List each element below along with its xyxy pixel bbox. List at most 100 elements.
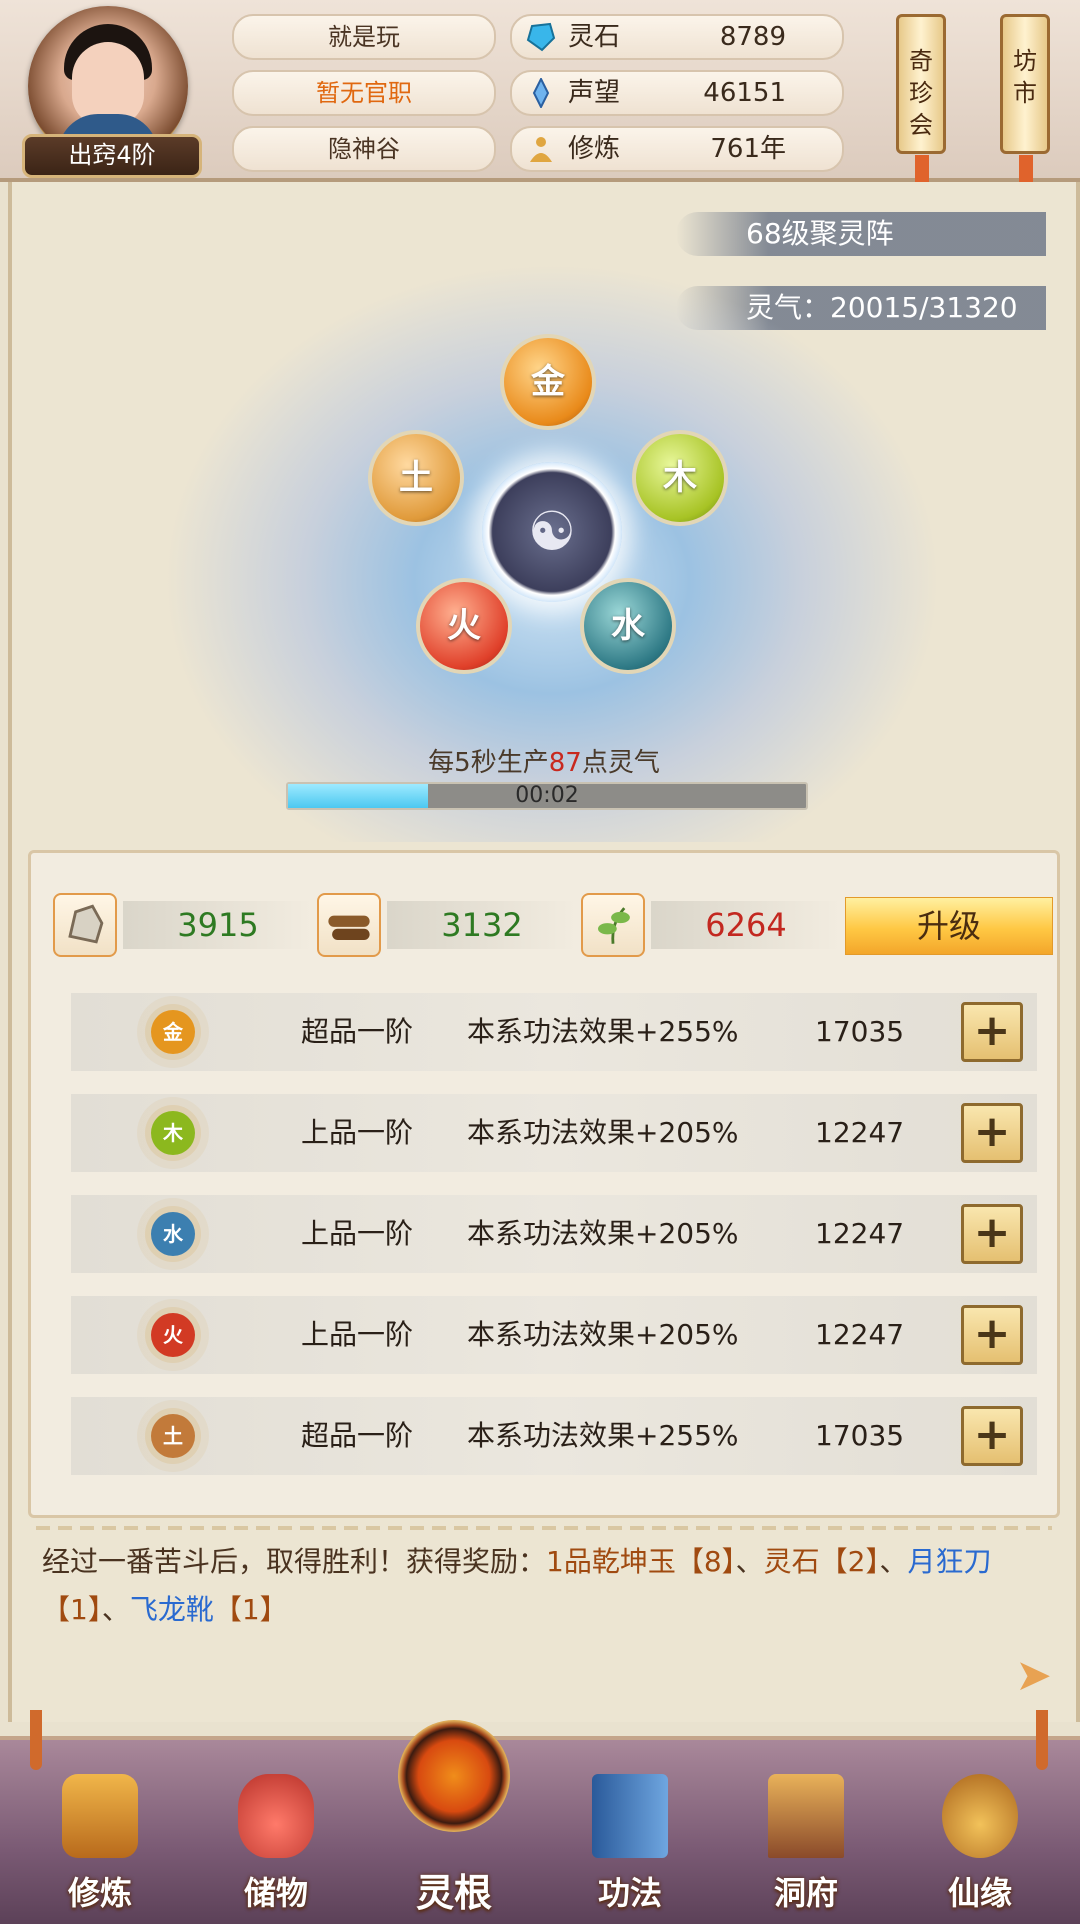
wood-icon	[317, 893, 381, 957]
spirit-stone-value: 8789	[719, 22, 786, 52]
root-effect: 本系功法效果+205%	[467, 1116, 739, 1149]
nav-technique[interactable]: 功法	[560, 1740, 700, 1924]
add-earth-button[interactable]: +	[961, 1406, 1023, 1466]
spirit-stone-icon	[526, 22, 556, 52]
spirit-stone-counter: 灵石 8789	[510, 14, 844, 60]
cultivation-icon	[530, 137, 552, 162]
qizhenhui-button[interactable]: 奇珍会	[896, 14, 946, 195]
ore-value: 3915	[123, 901, 313, 949]
root-effect: 本系功法效果+205%	[467, 1217, 739, 1250]
cave-residence-icon	[768, 1774, 844, 1858]
next-arrow-icon[interactable]: ➤	[1015, 1650, 1052, 1701]
earth-orb[interactable]: 土	[368, 430, 464, 526]
yinyang-icon: ☯	[482, 462, 622, 602]
fangshi-label: 坊市	[1013, 47, 1037, 107]
player-name: 就是玩	[232, 14, 496, 60]
root-effect: 本系功法效果+205%	[467, 1318, 739, 1351]
reward-qiankun-jade: 1品乾坤玉【8】	[546, 1545, 736, 1578]
root-effect: 本系功法效果+255%	[467, 1419, 739, 1452]
wood-orb[interactable]: 木	[632, 430, 728, 526]
nav-cultivate[interactable]: 修炼	[30, 1740, 170, 1924]
nav-label: 仙缘	[947, 1874, 1012, 1912]
top-status-bar: 出窍4阶 就是玩 暂无官职 隐神谷 灵石 8789 声望 46151 修炼 76…	[0, 0, 1080, 195]
root-row-fire: 火 上品一阶 本系功法效果+205% 12247 +	[71, 1296, 1037, 1374]
technique-book-icon	[592, 1774, 668, 1858]
root-row-earth: 土 超品一阶 本系功法效果+255% 17035 +	[71, 1397, 1037, 1475]
battle-log: 经过一番苦斗后，取得胜利！获得奖励：1品乾坤玉【8】、灵石【2】、月狂刀【1】、…	[42, 1538, 1052, 1634]
water-element-icon: 水	[151, 1212, 195, 1256]
nav-label: 修炼	[67, 1874, 132, 1912]
cultivation-value: 761年	[710, 134, 786, 164]
reputation-icon	[532, 78, 550, 108]
spirit-stone-label: 灵石	[568, 22, 621, 52]
reputation-label: 声望	[568, 78, 621, 108]
log-separator: 、	[879, 1545, 908, 1578]
bottom-navigation: 修炼 储物 灵根 功法 洞府 仙缘	[0, 1710, 1080, 1924]
reward-count: 【1】	[42, 1593, 102, 1626]
root-grade: 上品一阶	[301, 1217, 414, 1250]
add-water-button[interactable]: +	[961, 1204, 1023, 1264]
log-separator: 、	[735, 1545, 764, 1578]
production-rate: 每5秒生产87点灵气	[12, 742, 1076, 779]
cultivation-label: 修炼	[568, 134, 621, 164]
root-grade: 超品一阶	[301, 1419, 414, 1452]
rank-badge: 出窍4阶	[22, 134, 202, 178]
ore-icon	[53, 893, 117, 957]
reward-count: 【1】	[213, 1593, 288, 1626]
nav-cave[interactable]: 洞府	[736, 1740, 876, 1924]
production-progress-bar: 00:02	[286, 782, 808, 810]
spirit-root-panel: 68级聚灵阵 灵气：20015/31320 ☯ 金 木 水 火 土 每5秒生产8…	[8, 182, 1080, 1722]
root-value: 12247	[815, 1217, 905, 1250]
root-row-metal: 金 超品一阶 本系功法效果+255% 17035 +	[71, 993, 1037, 1071]
nav-label: 灵根	[415, 1871, 492, 1915]
production-prefix: 每5秒生产	[428, 748, 549, 778]
nav-label: 储物	[243, 1874, 308, 1912]
fire-element-icon: 火	[151, 1313, 195, 1357]
cultivation-counter: 修炼 761年	[510, 126, 844, 172]
reward-moon-blade[interactable]: 月狂刀	[908, 1545, 992, 1578]
root-grade: 超品一阶	[301, 1015, 414, 1048]
player-title: 暂无官职	[232, 70, 496, 116]
reputation-counter: 声望 46151	[510, 70, 844, 116]
nav-label: 洞府	[773, 1874, 838, 1912]
reputation-value: 46151	[703, 78, 786, 108]
root-effect: 本系功法效果+255%	[467, 1015, 739, 1048]
storage-bag-icon	[238, 1774, 314, 1858]
metal-element-icon: 金	[151, 1010, 195, 1054]
root-value: 17035	[815, 1015, 905, 1048]
earth-element-icon: 土	[151, 1414, 195, 1458]
metal-orb[interactable]: 金	[500, 334, 596, 430]
reward-spirit-stone: 灵石【2】	[763, 1545, 880, 1578]
log-divider	[36, 1526, 1052, 1530]
nav-spirit-root[interactable]: 灵根	[384, 1720, 524, 1924]
root-grade: 上品一阶	[301, 1116, 414, 1149]
root-value: 12247	[815, 1318, 905, 1351]
wood-value: 3132	[387, 901, 577, 949]
spirit-roots-table: 3915 3132 6264 升级 金 超品一阶 本系功法效果+255% 170…	[28, 850, 1060, 1518]
nav-storage[interactable]: 储物	[206, 1740, 346, 1924]
root-value: 12247	[815, 1116, 905, 1149]
immortal-fate-icon	[942, 1774, 1018, 1858]
cultivate-icon	[62, 1774, 138, 1858]
log-text: 经过一番苦斗后，取得胜利！获得奖励：	[42, 1545, 547, 1578]
production-suffix: 点灵气	[581, 748, 660, 778]
water-orb[interactable]: 水	[580, 578, 676, 674]
add-fire-button[interactable]: +	[961, 1305, 1023, 1365]
root-row-wood: 木 上品一阶 本系功法效果+205% 12247 +	[71, 1094, 1037, 1172]
upgrade-button[interactable]: 升级	[845, 897, 1053, 955]
root-value: 17035	[815, 1419, 905, 1452]
reward-dragon-boots[interactable]: 飞龙靴	[130, 1593, 214, 1626]
add-wood-button[interactable]: +	[961, 1103, 1023, 1163]
root-grade: 上品一阶	[301, 1318, 414, 1351]
nav-fate[interactable]: 仙缘	[910, 1740, 1050, 1924]
fangshi-button[interactable]: 坊市	[1000, 14, 1050, 195]
add-metal-button[interactable]: +	[961, 1002, 1023, 1062]
nav-label: 功法	[597, 1874, 662, 1912]
root-row-water: 水 上品一阶 本系功法效果+205% 12247 +	[71, 1195, 1037, 1273]
fire-orb[interactable]: 火	[416, 578, 512, 674]
wood-element-icon: 木	[151, 1111, 195, 1155]
qizhenhui-label: 奇珍会	[909, 47, 933, 139]
formation-name: 68级聚灵阵	[676, 212, 1046, 256]
player-sect: 隐神谷	[232, 126, 496, 172]
production-amount: 87	[548, 748, 582, 778]
